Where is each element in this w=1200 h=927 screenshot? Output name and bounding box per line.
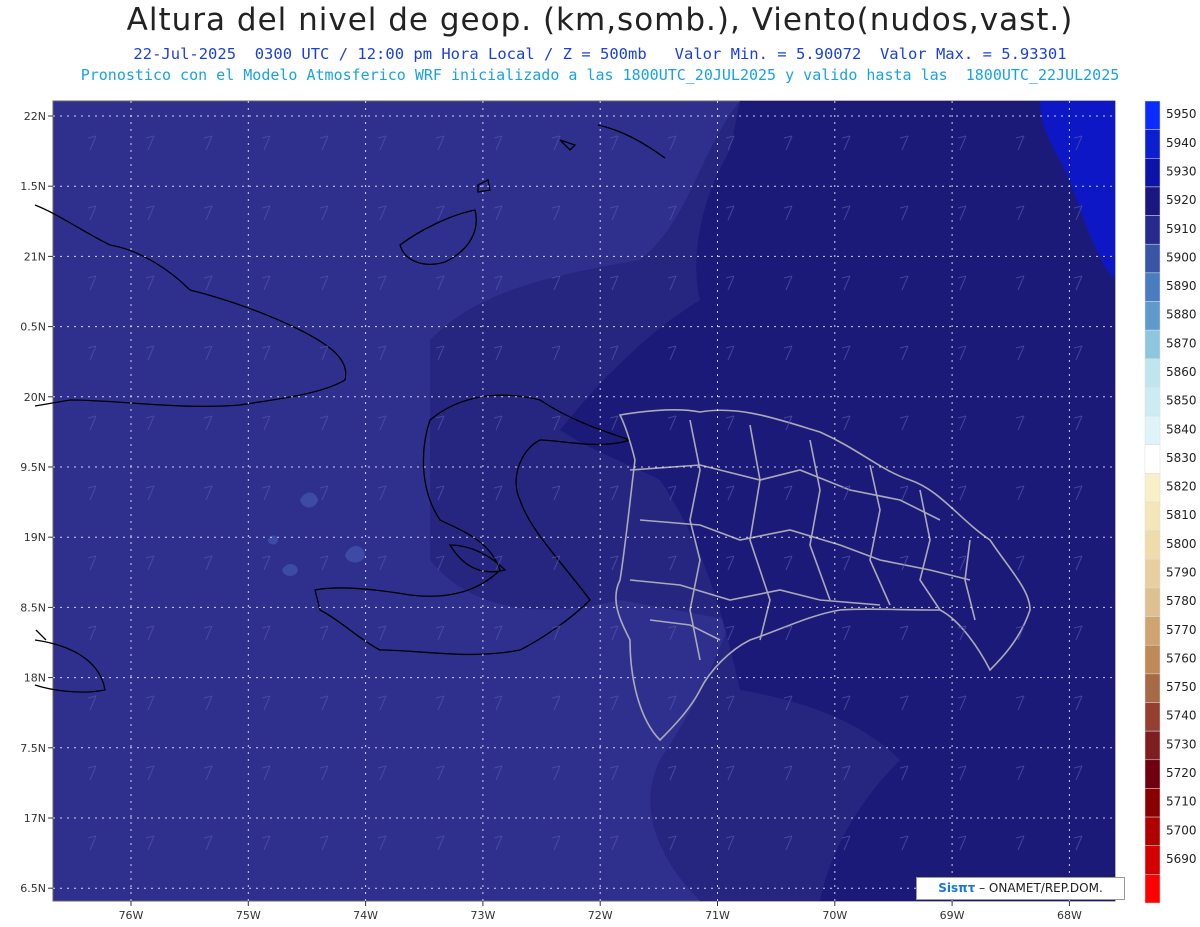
colorbar-box	[1144, 644, 1161, 675]
colorbar-box	[1144, 215, 1161, 245]
colorbar-label: 5920	[1166, 193, 1197, 207]
colorbar-label: 5870	[1166, 336, 1197, 350]
colorbar-box	[1144, 874, 1161, 904]
colorbar-box	[1144, 158, 1161, 188]
colorbar-box	[1144, 501, 1161, 531]
colorbar: 5950 5940 5930 5920 5910 5900 5890 5880 5870 5860…	[1144, 100, 1197, 904]
colorbar-label: 5860	[1166, 365, 1197, 379]
colorbar-box	[1144, 186, 1161, 216]
colorbar-label: 5890	[1166, 279, 1197, 293]
colorbar-label: 5770	[1166, 623, 1197, 637]
colorbar-box	[1144, 788, 1161, 818]
colorbar-label: 5850	[1166, 394, 1197, 408]
colorbar-box	[1144, 129, 1161, 159]
colorbar-label: 5820	[1166, 480, 1197, 494]
colorbar-box	[1144, 587, 1161, 617]
colorbar-box	[1144, 358, 1161, 388]
colorbar-label: 5900	[1166, 250, 1197, 264]
colorbar-box	[1144, 243, 1161, 274]
colorbar-box	[1144, 759, 1161, 789]
colorbar-label: 5790	[1166, 565, 1197, 579]
colorbar-box	[1144, 702, 1161, 732]
colorbar-label: 5760	[1166, 651, 1197, 665]
colorbar-box	[1144, 329, 1161, 360]
colorbar-box	[1144, 559, 1161, 589]
colorbar-box	[1144, 272, 1161, 302]
colorbar-label: 5880	[1166, 308, 1197, 322]
colorbar-label: 5930	[1166, 164, 1197, 178]
colorbar-label: 5720	[1166, 766, 1197, 780]
colorbar-label: 5740	[1166, 709, 1197, 723]
colorbar-box	[1144, 673, 1161, 703]
colorbar-label: 5910	[1166, 222, 1197, 236]
brand-logo: Sisπτ	[938, 881, 976, 895]
colorbar-box	[1144, 387, 1161, 417]
colorbar-boxes	[1144, 100, 1161, 904]
colorbar-label: 5710	[1166, 795, 1197, 809]
colorbar-label: 5750	[1166, 680, 1197, 694]
colorbar-box	[1144, 845, 1161, 875]
colorbar-box	[1144, 616, 1161, 646]
colorbar-box	[1144, 100, 1161, 130]
colorbar-box	[1144, 301, 1161, 331]
colorbar-label: 5840	[1166, 422, 1197, 436]
colorbar-label: 5800	[1166, 537, 1197, 551]
colorbar-box	[1144, 530, 1161, 560]
colorbar-label: 5780	[1166, 594, 1197, 608]
colorbar-box	[1144, 816, 1161, 846]
colorbar-label: 5830	[1166, 451, 1197, 465]
colorbar-box	[1144, 415, 1161, 445]
colorbar-label: 5690	[1166, 852, 1197, 866]
colorbar-label: 5700	[1166, 823, 1197, 837]
credit-box: Sisπτ – ONAMET/REP.DOM.	[916, 877, 1125, 900]
colorbar-box	[1144, 444, 1161, 474]
colorbar-label: 5730	[1166, 737, 1197, 751]
colorbar-box	[1144, 473, 1161, 503]
colorbar-label: 5810	[1166, 508, 1197, 522]
colorbar-box	[1144, 730, 1161, 761]
colorbar-label: 5950	[1166, 107, 1197, 121]
colorbar-label: 5940	[1166, 136, 1197, 150]
credit-text: – ONAMET/REP.DOM.	[975, 881, 1103, 895]
colorbar-labels: 5950 5940 5930 5920 5910 5900 5890 5880 5870 5860…	[1166, 107, 1197, 866]
